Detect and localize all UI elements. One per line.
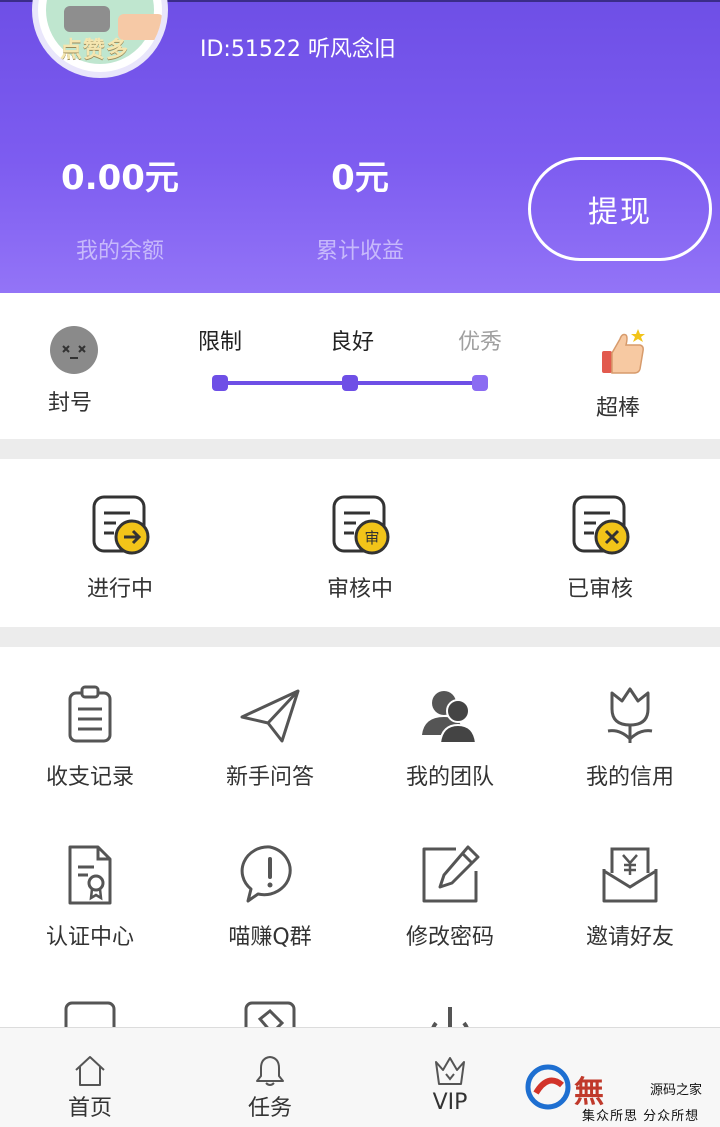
certificate-icon <box>58 843 122 907</box>
user-id-label: ID:51522 听风念旧 <box>200 37 396 62</box>
level-restricted-label: 限制 <box>198 330 243 355</box>
grid-item-label: 新手问答 <box>225 765 314 790</box>
grid-item-label: 修改密码 <box>405 925 494 950</box>
nav-tasks[interactable]: 任务 <box>210 1054 330 1122</box>
grid-item-faq[interactable]: 新手问答 <box>180 683 360 791</box>
avatar-decoration <box>64 6 110 32</box>
tulip-icon <box>598 683 662 747</box>
watermark-swirl-icon <box>525 1064 571 1110</box>
total-earnings-stat: 0元 累计收益 <box>260 150 460 265</box>
grid-item-records[interactable]: 收支记录 <box>0 683 180 791</box>
nav-home-label: 首页 <box>67 1096 112 1121</box>
level-good-label: 良好 <box>330 330 375 355</box>
grid-item-change-password[interactable]: 修改密码 <box>360 843 540 951</box>
task-under-review-label: 审核中 <box>326 577 393 602</box>
nav-tasks-label: 任务 <box>247 1096 292 1121</box>
function-grid: 收支记录 新手问答 我的团队 我的信用 认证中心 喵赚Q群 修改密码 邀请好友 <box>0 647 720 1027</box>
grid-item-label: 喵赚Q群 <box>228 925 312 950</box>
credit-level-panel: 封号 限制 良好 优秀 超棒 <box>0 293 720 439</box>
profile-header: 点赞多 ID:51522 听风念旧 0.00元 我的余额 0元 累计收益 提现 <box>0 0 720 293</box>
banned-label: 封号 <box>48 391 93 416</box>
paper-plane-icon <box>238 683 302 747</box>
avatar-text: 点赞多 <box>60 38 130 63</box>
balance-value: 0.00元 <box>61 158 179 198</box>
total-earnings-label: 累计收益 <box>315 239 404 264</box>
grid-item-label: 我的团队 <box>405 765 494 790</box>
banned-face-icon <box>50 326 98 374</box>
grid-item-label: 邀请好友 <box>585 925 674 950</box>
document-reviewed-icon <box>568 493 632 557</box>
document-arrow-icon <box>88 493 152 557</box>
watermark-side-text: 源码之家 <box>650 1083 703 1098</box>
watermark-sub-text: 集众所思 分众所想 <box>582 1109 700 1124</box>
power-icon <box>418 999 482 1027</box>
review-badge-text: 审 <box>364 529 379 547</box>
credit-dot-excellent <box>472 375 488 391</box>
grid-item-partial[interactable] <box>180 999 360 1027</box>
grid-item-label: 收支记录 <box>45 765 134 790</box>
crown-icon <box>433 1054 467 1088</box>
balance-label: 我的余额 <box>75 239 164 264</box>
grid-item-partial[interactable] <box>0 999 180 1027</box>
grid-item-label: 认证中心 <box>45 925 134 950</box>
nav-vip[interactable]: VIP <box>390 1054 510 1115</box>
grid-item-label: 我的信用 <box>585 765 674 790</box>
task-reviewed[interactable]: 已审核 <box>540 493 660 603</box>
team-icon <box>418 683 482 747</box>
chat-alert-icon <box>238 843 302 907</box>
tag-icon <box>238 999 302 1027</box>
watermark-logo: 無 源码之家 集众所思 分众所想 <box>522 1059 718 1125</box>
thumbs-up-icon <box>598 325 650 377</box>
grid-item-certification[interactable]: 认证中心 <box>0 843 180 951</box>
box-icon <box>58 999 122 1027</box>
credit-dot-restricted <box>212 375 228 391</box>
grid-item-partial[interactable] <box>360 999 540 1027</box>
withdraw-button[interactable]: 提现 <box>528 157 712 261</box>
edit-icon <box>418 843 482 907</box>
task-status-panel: 进行中 审 审核中 已审核 <box>0 459 720 627</box>
avatar[interactable]: 点赞多 <box>32 0 168 78</box>
task-in-progress-label: 进行中 <box>86 577 153 602</box>
task-reviewed-label: 已审核 <box>566 577 633 602</box>
nav-home[interactable]: 首页 <box>30 1054 150 1122</box>
clipboard-icon <box>58 683 122 747</box>
grid-item-credit[interactable]: 我的信用 <box>540 683 720 791</box>
super-label: 超棒 <box>596 396 641 421</box>
task-in-progress[interactable]: 进行中 <box>60 493 180 603</box>
grid-item-invite[interactable]: 邀请好友 <box>540 843 720 951</box>
total-earnings-value: 0元 <box>331 158 389 198</box>
grid-item-qq-group[interactable]: 喵赚Q群 <box>180 843 360 951</box>
task-under-review[interactable]: 审 审核中 <box>300 493 420 603</box>
home-icon <box>73 1054 107 1088</box>
credit-dot-good <box>342 375 358 391</box>
document-review-icon: 审 <box>328 493 392 557</box>
level-excellent-label: 优秀 <box>458 330 503 355</box>
nav-vip-label: VIP <box>432 1090 468 1115</box>
balance-stat: 0.00元 我的余额 <box>20 150 220 265</box>
bottom-nav: 首页 任务 VIP 無 源码之家 集众所思 分众所想 <box>0 1027 720 1127</box>
bell-icon <box>253 1054 287 1088</box>
grid-item-team[interactable]: 我的团队 <box>360 683 540 791</box>
envelope-yen-icon <box>598 843 662 907</box>
